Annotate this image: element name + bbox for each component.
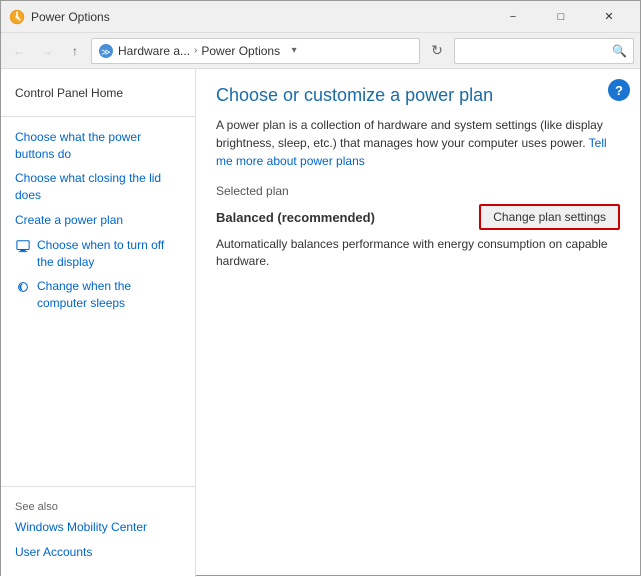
sidebar-item-label: Choose when to turn off the display — [37, 237, 181, 271]
address-dropdown-icon[interactable]: ▾ — [284, 41, 304, 61]
sidebar-item-turn-off-display[interactable]: Choose when to turn off the display — [1, 233, 195, 275]
sidebar: Control Panel Home Choose what the power… — [1, 69, 196, 577]
sidebar-item-label: Choose what closing the lid does — [15, 170, 181, 204]
sleep-icon — [15, 279, 31, 295]
maximize-button[interactable]: □ — [538, 1, 584, 33]
page-title: Choose or customize a power plan — [216, 85, 620, 106]
change-plan-button[interactable]: Change plan settings — [479, 204, 620, 230]
refresh-button[interactable]: ↻ — [424, 38, 450, 64]
breadcrumb-icon: ≫ — [98, 43, 114, 59]
window-controls: − □ ✕ — [490, 1, 632, 33]
search-box[interactable]: 🔍 — [454, 38, 634, 64]
svg-text:≫: ≫ — [101, 47, 110, 57]
selected-plan-label: Selected plan — [216, 184, 620, 198]
content-area: ? Choose or customize a power plan A pow… — [196, 69, 640, 577]
description-text: A power plan is a collection of hardware… — [216, 118, 603, 150]
sidebar-item-label: Create a power plan — [15, 212, 123, 229]
back-button[interactable]: ← — [7, 39, 31, 63]
sidebar-item-power-buttons[interactable]: Choose what the power buttons do — [1, 125, 195, 167]
app-icon — [9, 9, 25, 25]
breadcrumb-current: Power Options — [201, 44, 280, 58]
see-also-label: See also — [1, 495, 195, 515]
breadcrumb-separator: › — [194, 45, 197, 56]
sidebar-divider-2 — [1, 486, 195, 487]
page-description: A power plan is a collection of hardware… — [216, 116, 620, 170]
address-box[interactable]: ≫ Hardware a... › Power Options ▾ — [91, 38, 420, 64]
sidebar-item-label: User Accounts — [15, 544, 92, 561]
forward-button[interactable]: → — [35, 39, 59, 63]
sidebar-spacer — [1, 316, 195, 478]
window-title: Power Options — [31, 10, 490, 24]
sidebar-user-accounts[interactable]: User Accounts — [1, 540, 195, 565]
main-container: Control Panel Home Choose what the power… — [1, 69, 640, 577]
sidebar-control-panel-home[interactable]: Control Panel Home — [1, 81, 195, 108]
addressbar: ← → ↑ ≫ Hardware a... › Power Options ▾ … — [1, 33, 640, 69]
up-button[interactable]: ↑ — [63, 39, 87, 63]
monitor-icon — [15, 238, 31, 254]
sidebar-item-create-plan[interactable]: Create a power plan — [1, 208, 195, 233]
titlebar: Power Options − □ ✕ — [1, 1, 640, 33]
sidebar-item-computer-sleeps[interactable]: Change when the computer sleeps — [1, 274, 195, 316]
sidebar-item-label: Windows Mobility Center — [15, 519, 147, 536]
search-icon: 🔍 — [612, 44, 627, 58]
plan-name: Balanced (recommended) — [216, 210, 375, 225]
sidebar-divider-1 — [1, 116, 195, 117]
plan-row: Balanced (recommended) Change plan setti… — [216, 204, 620, 230]
help-button[interactable]: ? — [608, 79, 630, 101]
close-button[interactable]: ✕ — [586, 1, 632, 33]
breadcrumb: Hardware a... › Power Options — [118, 44, 280, 58]
plan-description: Automatically balances performance with … — [216, 236, 620, 270]
breadcrumb-parent: Hardware a... — [118, 44, 190, 58]
sidebar-windows-mobility[interactable]: Windows Mobility Center — [1, 515, 195, 540]
sidebar-item-label: Change when the computer sleeps — [37, 278, 181, 312]
search-input[interactable] — [461, 44, 612, 58]
minimize-button[interactable]: − — [490, 1, 536, 33]
sidebar-item-closing-lid[interactable]: Choose what closing the lid does — [1, 166, 195, 208]
sidebar-item-label: Choose what the power buttons do — [15, 129, 181, 163]
